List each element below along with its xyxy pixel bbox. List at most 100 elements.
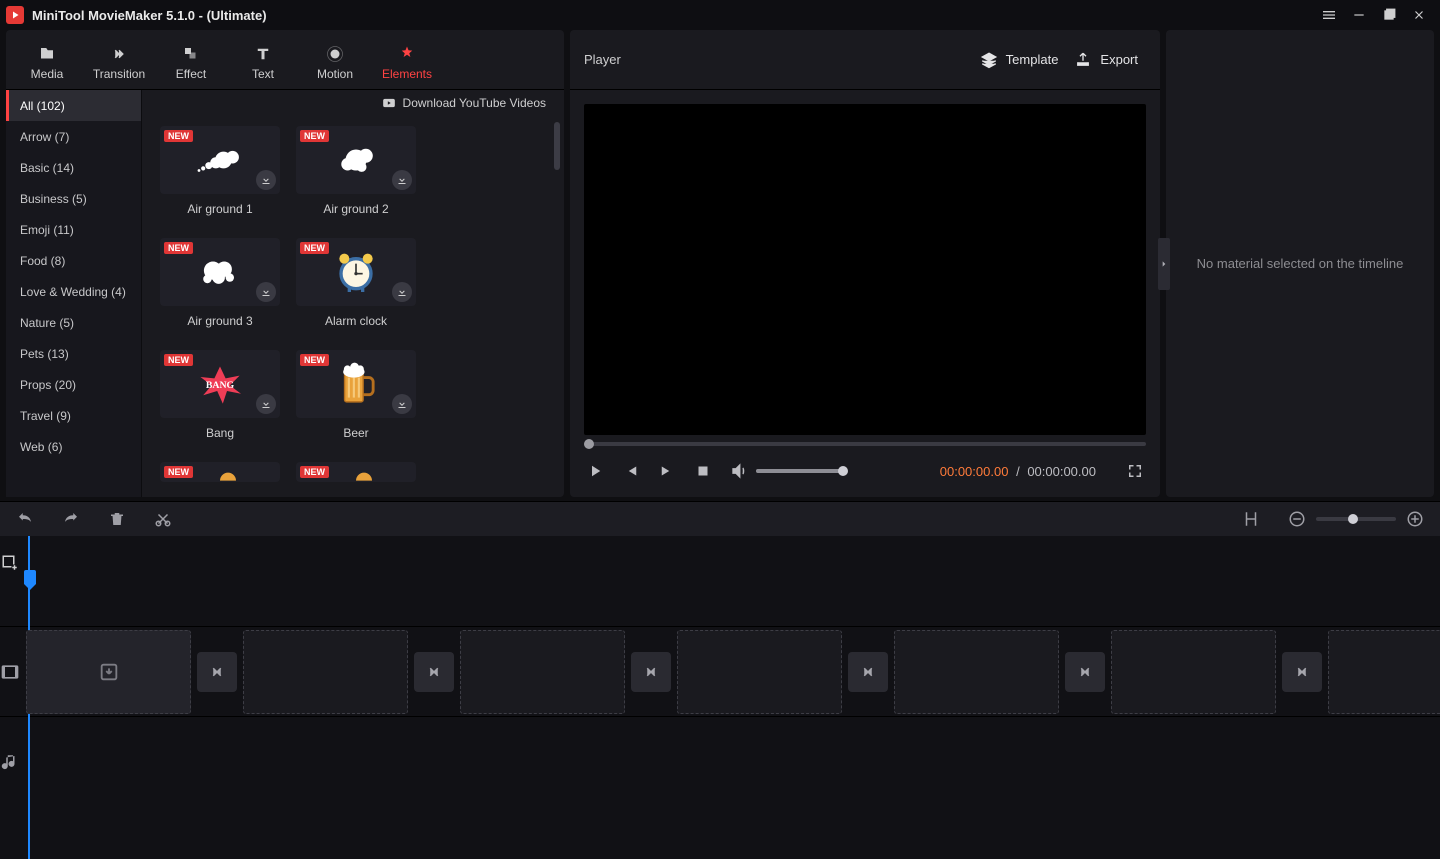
new-badge: NEW	[300, 242, 329, 254]
tab-media[interactable]: Media	[12, 36, 82, 90]
zoom-knob[interactable]	[1348, 514, 1358, 524]
clip-slot[interactable]	[460, 630, 625, 714]
transition-slot[interactable]	[631, 652, 671, 692]
tab-label: Transition	[93, 67, 145, 81]
volume-control[interactable]	[730, 462, 844, 480]
svg-text:BANG: BANG	[206, 380, 235, 391]
seek-handle[interactable]	[584, 439, 594, 449]
volume-icon[interactable]	[730, 462, 748, 480]
category-item-nature[interactable]: Nature (5)	[6, 307, 141, 338]
time-display: 00:00:00.00 / 00:00:00.00	[940, 464, 1096, 479]
import-icon	[98, 661, 120, 683]
element-thumb[interactable]: NEW	[296, 238, 416, 306]
video-track-row[interactable]	[20, 626, 1440, 716]
timeline-toolbar	[0, 502, 1440, 536]
template-button[interactable]: Template	[972, 47, 1067, 73]
transition-slot[interactable]	[414, 652, 454, 692]
category-item-arrow[interactable]: Arrow (7)	[6, 121, 141, 152]
download-icon[interactable]	[392, 394, 412, 414]
add-track-icon[interactable]	[1, 554, 19, 572]
clip-slot[interactable]	[677, 630, 842, 714]
video-viewport[interactable]	[584, 104, 1146, 435]
delete-icon[interactable]	[108, 510, 126, 528]
audio-track-row[interactable]	[20, 716, 1440, 806]
download-icon[interactable]	[256, 394, 276, 414]
volume-knob[interactable]	[838, 466, 848, 476]
total-time: 00:00:00.00	[1027, 464, 1096, 479]
element-name: Beer	[296, 426, 416, 440]
timeline-ruler[interactable]	[20, 536, 1440, 576]
prev-frame-icon[interactable]	[622, 462, 640, 480]
clip-slot[interactable]	[1111, 630, 1276, 714]
category-item-food[interactable]: Food (8)	[6, 245, 141, 276]
hamburger-menu-icon[interactable]	[1314, 1, 1344, 29]
zoom-out-icon[interactable]	[1288, 510, 1306, 528]
category-item-web[interactable]: Web (6)	[6, 431, 141, 462]
timeline-tracks[interactable]	[20, 536, 1440, 859]
redo-icon[interactable]	[62, 510, 80, 528]
category-item-emoji[interactable]: Emoji (11)	[6, 214, 141, 245]
new-badge: NEW	[164, 466, 193, 478]
transition-slot[interactable]	[848, 652, 888, 692]
category-item-props[interactable]: Props (20)	[6, 369, 141, 400]
category-item-basic[interactable]: Basic (14)	[6, 152, 141, 183]
category-item-pets[interactable]: Pets (13)	[6, 338, 141, 369]
player-panel: Player Template Export	[570, 30, 1160, 497]
element-thumb[interactable]: NEW	[160, 238, 280, 306]
zoom-control[interactable]	[1288, 510, 1424, 528]
element-name: Alarm clock	[296, 314, 416, 328]
download-icon[interactable]	[392, 170, 412, 190]
clip-slot[interactable]	[26, 630, 191, 714]
clip-slot[interactable]	[1328, 630, 1440, 714]
close-button[interactable]	[1404, 1, 1434, 29]
seek-bar[interactable]	[584, 435, 1146, 453]
current-time: 00:00:00.00	[940, 464, 1009, 479]
download-icon[interactable]	[392, 282, 412, 302]
element-thumb[interactable]: NEW	[160, 462, 280, 482]
stop-icon[interactable]	[694, 462, 712, 480]
transition-slot[interactable]	[1282, 652, 1322, 692]
element-thumb[interactable]: NEW	[296, 126, 416, 194]
category-item-all[interactable]: All (102)	[6, 90, 141, 121]
tab-label: Media	[31, 67, 64, 81]
category-item-travel[interactable]: Travel (9)	[6, 400, 141, 431]
app-title: MiniTool MovieMaker 5.1.0 - (Ultimate)	[32, 8, 267, 23]
maximize-button[interactable]	[1374, 1, 1404, 29]
category-item-business[interactable]: Business (5)	[6, 183, 141, 214]
tab-transition[interactable]: Transition	[84, 36, 154, 90]
fullscreen-icon[interactable]	[1126, 462, 1144, 480]
new-badge: NEW	[300, 130, 329, 142]
next-frame-icon[interactable]	[658, 462, 676, 480]
element-thumb[interactable]: NEW	[296, 350, 416, 418]
element-thumb[interactable]: NEWBANG	[160, 350, 280, 418]
undo-icon[interactable]	[16, 510, 34, 528]
tab-effect[interactable]: Effect	[156, 36, 226, 90]
clip-slot[interactable]	[243, 630, 408, 714]
snap-icon[interactable]	[1242, 510, 1260, 528]
element-thumb[interactable]: NEW	[296, 462, 416, 482]
download-icon[interactable]	[256, 282, 276, 302]
tab-text[interactable]: Text	[228, 36, 298, 90]
minimize-button[interactable]	[1344, 1, 1374, 29]
collapse-inspector-icon[interactable]	[1158, 238, 1170, 290]
inspector-empty-message: No material selected on the timeline	[1197, 256, 1404, 271]
tab-motion[interactable]: Motion	[300, 36, 370, 90]
element-thumb[interactable]: NEW	[160, 126, 280, 194]
play-icon[interactable]	[586, 462, 604, 480]
download-youtube-link[interactable]: Download YouTube Videos	[403, 96, 546, 110]
zoom-in-icon[interactable]	[1406, 510, 1424, 528]
timeline-gutter	[0, 536, 20, 859]
video-track-icon	[0, 662, 20, 682]
export-button[interactable]: Export	[1066, 47, 1146, 73]
grid-scrollbar[interactable]	[554, 122, 560, 170]
category-item-love[interactable]: Love & Wedding (4)	[6, 276, 141, 307]
element-name: Air ground 3	[160, 314, 280, 328]
app-logo	[6, 6, 24, 24]
tab-elements[interactable]: Elements	[372, 36, 442, 90]
element-name: Bang	[160, 426, 280, 440]
transition-slot[interactable]	[197, 652, 237, 692]
download-icon[interactable]	[256, 170, 276, 190]
transition-slot[interactable]	[1065, 652, 1105, 692]
cut-icon[interactable]	[154, 510, 172, 528]
clip-slot[interactable]	[894, 630, 1059, 714]
